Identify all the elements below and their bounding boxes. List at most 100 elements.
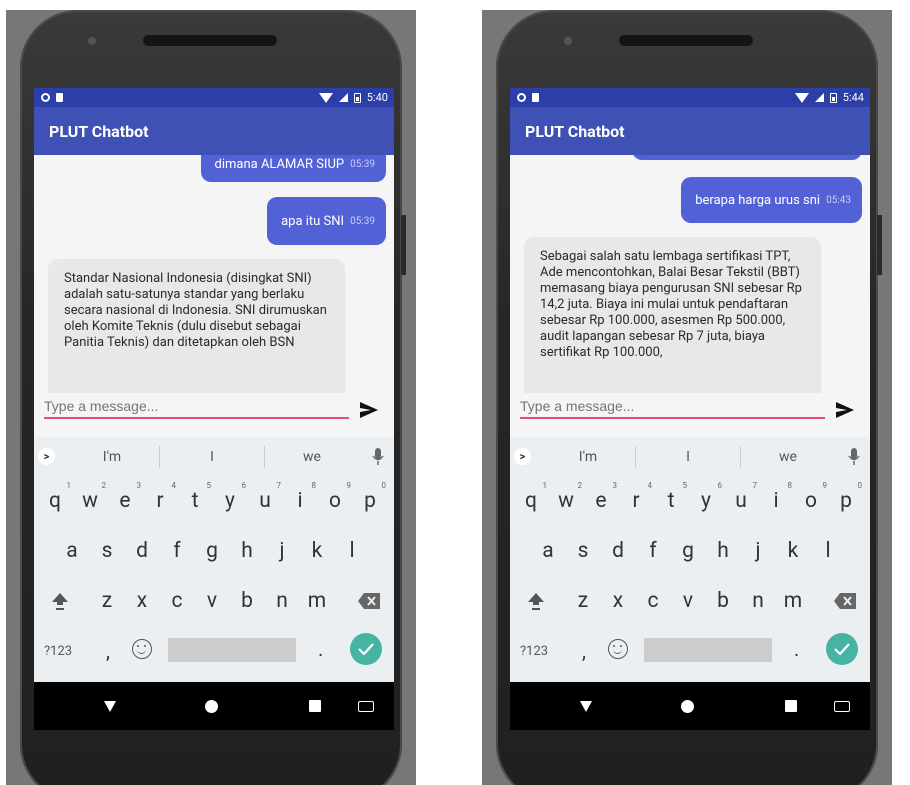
key-z[interactable]: z: [92, 589, 122, 613]
key-g[interactable]: g: [673, 539, 703, 563]
key-z[interactable]: z: [568, 589, 598, 613]
key-t[interactable]: t5: [656, 481, 687, 513]
shift-icon[interactable]: [50, 591, 70, 611]
suggestion-3[interactable]: we: [272, 449, 352, 465]
comma-key[interactable]: ,: [582, 639, 586, 663]
key-s[interactable]: s: [92, 539, 122, 563]
key-j[interactable]: j: [743, 539, 773, 563]
key-r[interactable]: r4: [145, 481, 176, 513]
chat-list[interactable]: berapa harga urus sni 05:43 Sebagai sala…: [510, 155, 870, 393]
suggestion-1[interactable]: I'm: [72, 449, 152, 465]
key-l[interactable]: l: [813, 539, 843, 563]
nav-recent-icon[interactable]: [309, 700, 321, 712]
mic-icon[interactable]: [848, 448, 860, 466]
key-o[interactable]: o9: [320, 481, 351, 513]
backspace-icon[interactable]: [358, 593, 380, 609]
key-s[interactable]: s: [568, 539, 598, 563]
key-b[interactable]: b: [232, 589, 262, 613]
enter-key[interactable]: [826, 633, 858, 665]
user-message[interactable]: apa itu SNI 05:39: [267, 197, 386, 245]
key-d[interactable]: d: [127, 539, 157, 563]
key-i[interactable]: i8: [761, 481, 792, 513]
keyboard-icon[interactable]: [834, 701, 850, 712]
key-u[interactable]: u7: [726, 481, 757, 513]
enter-key[interactable]: [350, 633, 382, 665]
send-icon[interactable]: [360, 402, 378, 418]
space-key[interactable]: [644, 638, 772, 662]
nav-recent-icon[interactable]: [785, 700, 797, 712]
key-e[interactable]: e3: [586, 481, 617, 513]
key-y[interactable]: y6: [215, 481, 246, 513]
comma-key[interactable]: ,: [106, 639, 110, 663]
chat-list[interactable]: dimana ALAMAR SIUP 05:39 apa itu SNI 05:…: [34, 155, 394, 393]
key-q[interactable]: q1: [516, 481, 547, 513]
emoji-icon[interactable]: [132, 639, 152, 659]
key-u[interactable]: u7: [250, 481, 281, 513]
key-c[interactable]: c: [638, 589, 668, 613]
nav-home-icon[interactable]: [205, 700, 218, 713]
period-key[interactable]: .: [318, 637, 323, 661]
nav-back-icon[interactable]: [580, 701, 592, 712]
key-l[interactable]: l: [337, 539, 367, 563]
key-h[interactable]: h: [708, 539, 738, 563]
key-w[interactable]: w2: [75, 481, 106, 513]
key-o[interactable]: o9: [796, 481, 827, 513]
key-v[interactable]: v: [673, 589, 703, 613]
suggestion-1[interactable]: I'm: [548, 449, 628, 465]
bot-message[interactable]: Sebagai salah satu lembaga sertifikasi T…: [524, 237, 821, 393]
space-key[interactable]: [168, 638, 296, 662]
power-button[interactable]: [401, 215, 406, 275]
send-icon[interactable]: [836, 402, 854, 418]
key-p[interactable]: p0: [355, 481, 386, 513]
suggestion-2[interactable]: I: [172, 449, 252, 465]
key-i[interactable]: i8: [285, 481, 316, 513]
key-x[interactable]: x: [127, 589, 157, 613]
key-e[interactable]: e3: [110, 481, 141, 513]
message-input[interactable]: [44, 397, 349, 419]
backspace-icon[interactable]: [834, 593, 856, 609]
key-a[interactable]: a: [533, 539, 563, 563]
key-r[interactable]: r4: [621, 481, 652, 513]
key-m[interactable]: m: [302, 589, 332, 613]
key-f[interactable]: f: [638, 539, 668, 563]
user-message[interactable]: dimana ALAMAR SIUP 05:39: [200, 155, 386, 182]
key-y[interactable]: y6: [691, 481, 722, 513]
nav-back-icon[interactable]: [104, 701, 116, 712]
key-n[interactable]: n: [267, 589, 297, 613]
key-b[interactable]: b: [708, 589, 738, 613]
key-h[interactable]: h: [232, 539, 262, 563]
suggestion-2[interactable]: I: [648, 449, 728, 465]
message-input[interactable]: [520, 397, 825, 419]
key-v[interactable]: v: [197, 589, 227, 613]
key-j[interactable]: j: [267, 539, 297, 563]
nav-home-icon[interactable]: [681, 700, 694, 713]
bot-message[interactable]: Standar Nasional Indonesia (disingkat SN…: [48, 259, 345, 393]
key-t[interactable]: t5: [180, 481, 211, 513]
key-m[interactable]: m: [778, 589, 808, 613]
key-f[interactable]: f: [162, 539, 192, 563]
user-message-partial[interactable]: [632, 155, 862, 160]
key-q[interactable]: q1: [40, 481, 71, 513]
symbols-key[interactable]: ?123: [44, 644, 72, 659]
key-g[interactable]: g: [197, 539, 227, 563]
key-c[interactable]: c: [162, 589, 192, 613]
key-a[interactable]: a: [57, 539, 87, 563]
symbols-key[interactable]: ?123: [520, 644, 548, 659]
shift-icon[interactable]: [526, 591, 546, 611]
power-button[interactable]: [877, 215, 882, 275]
key-d[interactable]: d: [603, 539, 633, 563]
mic-icon[interactable]: [372, 448, 384, 466]
chevron-right-icon[interactable]: >: [38, 448, 55, 465]
period-key[interactable]: .: [794, 637, 799, 661]
suggestion-3[interactable]: we: [748, 449, 828, 465]
key-w[interactable]: w2: [551, 481, 582, 513]
keyboard-icon[interactable]: [358, 701, 374, 712]
key-k[interactable]: k: [778, 539, 808, 563]
key-k[interactable]: k: [302, 539, 332, 563]
chevron-right-icon[interactable]: >: [514, 448, 531, 465]
user-message[interactable]: berapa harga urus sni 05:43: [681, 177, 862, 223]
key-n[interactable]: n: [743, 589, 773, 613]
key-x[interactable]: x: [603, 589, 633, 613]
emoji-icon[interactable]: [608, 639, 628, 659]
key-p[interactable]: p0: [831, 481, 862, 513]
